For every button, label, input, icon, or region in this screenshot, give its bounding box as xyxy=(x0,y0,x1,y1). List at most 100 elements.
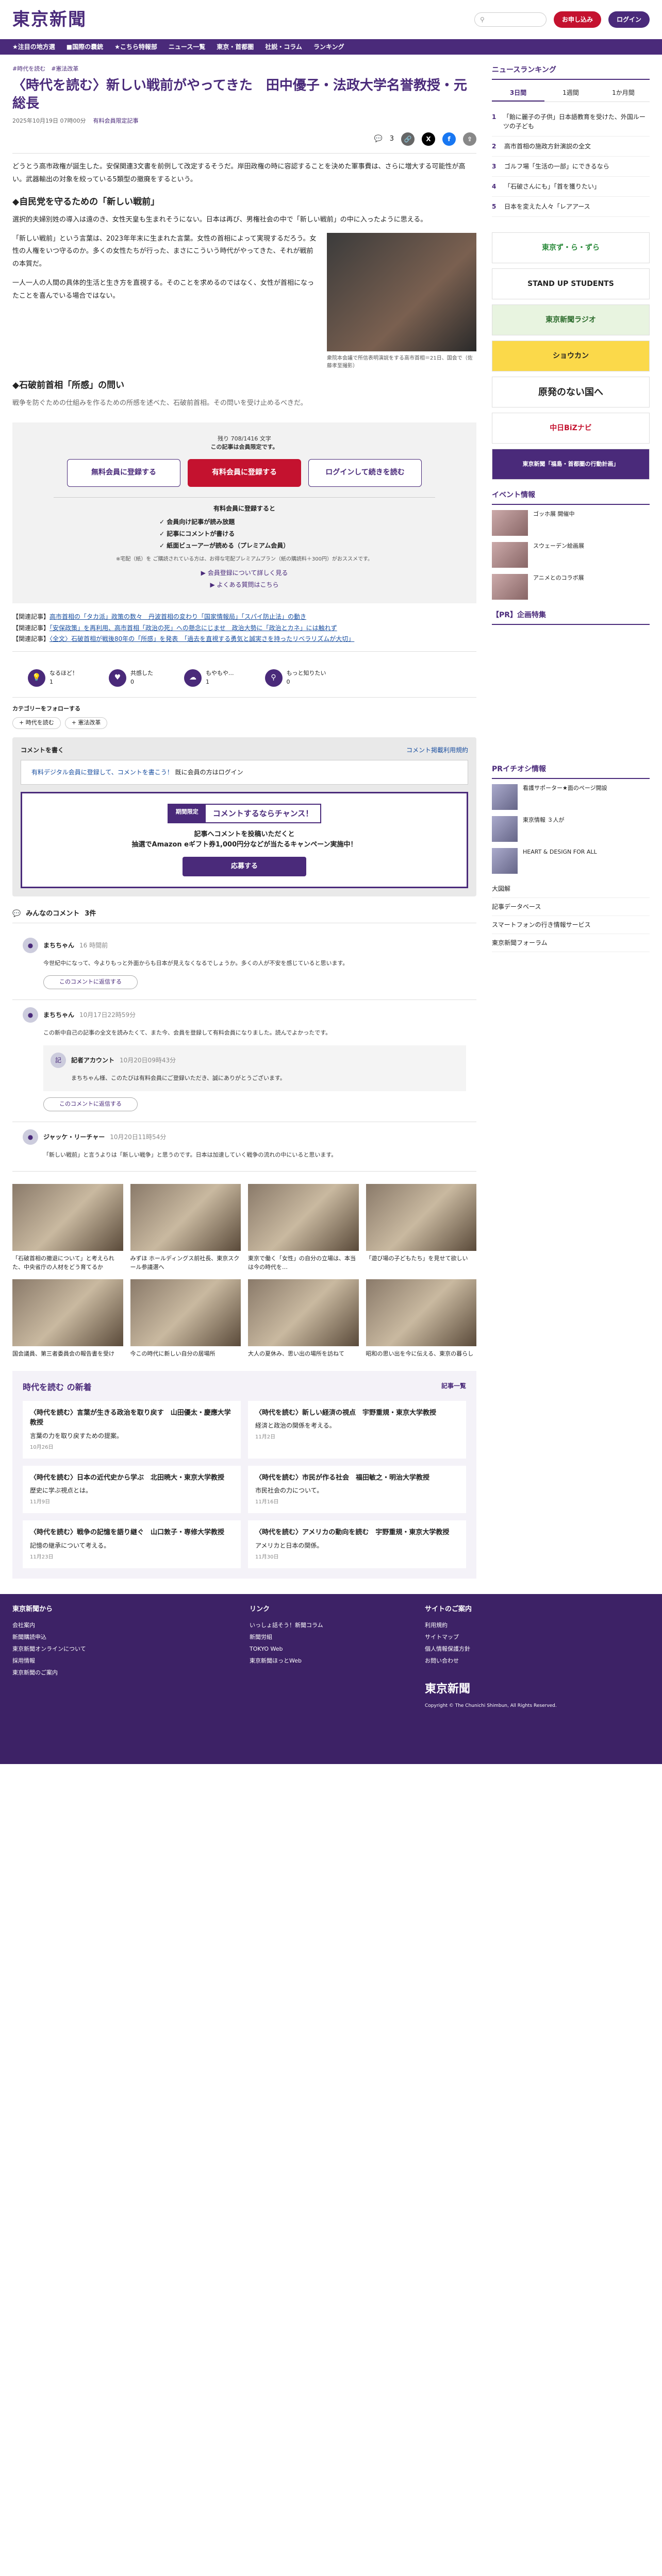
recommended-item[interactable]: 昭和の思い出を今に伝える、東京の暮らし xyxy=(366,1279,476,1359)
link-icon[interactable]: 🔗 xyxy=(401,132,415,146)
nav-item[interactable]: 東京・首都圏 xyxy=(217,42,254,52)
sidebar-link[interactable]: 記事データベース xyxy=(492,898,650,916)
member-info-link[interactable]: ▶ 会員登録について詳しく見る xyxy=(54,567,435,579)
sidebar-banner[interactable]: 原発のない国へ xyxy=(492,377,650,408)
comment-rules-link[interactable]: コメント掲載利用規約 xyxy=(406,745,468,755)
event-thumbnail xyxy=(492,510,528,536)
recommended-item[interactable]: 「石破首相の撤退について」と考えられた、中央省庁の人材をどう育てるか xyxy=(12,1183,123,1272)
recommended-item[interactable]: みずほ ホールディングス前社長、東京スクール参議選へ xyxy=(130,1183,241,1272)
reaction-button[interactable]: ⚲ もっと知りたい 0 xyxy=(264,669,326,687)
recommended-item[interactable]: 「遊び場の子どもたち」を見せて欲しい xyxy=(366,1183,476,1272)
sidebar-link[interactable]: スマートフォンの行き情報サービス xyxy=(492,916,650,934)
site-logo[interactable]: 東京新聞 xyxy=(12,7,87,33)
sidebar-banner[interactable]: 中日BiZナビ xyxy=(492,413,650,444)
paid-register-button[interactable]: 有料会員に登録する xyxy=(188,459,301,487)
related-link[interactable]: 〈全文〉石破首相が戦後80年の「所感」を発表 「過去を直視する勇気と誠実さを持っ… xyxy=(49,635,354,642)
comment-icon[interactable]: 💬 xyxy=(374,134,383,144)
login-continue-button[interactable]: ログインして続きを読む xyxy=(308,459,422,487)
series-card[interactable]: 〈時代を読む〉新しい経済の視点 宇野重規・東京大学教授 経済と政治の関係を考える。… xyxy=(248,1400,466,1459)
reaction-button[interactable]: ♥ 共感した 0 xyxy=(109,669,153,687)
paywall: 残り 708/1416 文字 この記事は会員限定です。 無料会員に登録する 有料… xyxy=(12,422,476,603)
sidebar-link[interactable]: 東京新聞フォーラム xyxy=(492,934,650,952)
signup-button[interactable]: お申し込み xyxy=(553,11,601,28)
free-register-button[interactable]: 無料会員に登録する xyxy=(67,459,180,487)
nav-item[interactable]: ★注目の地方選 xyxy=(12,42,55,52)
article-paragraph: どうとう高市政権が誕生した。安保関連3文書を前例して改定するそうだ。岸田政権の時… xyxy=(12,163,466,183)
search-input[interactable]: ⚲ xyxy=(474,12,547,27)
campaign-apply-button[interactable]: 応募する xyxy=(183,857,306,876)
series-card[interactable]: 〈時代を読む〉言葉が生きる政治を取り戻す 山田優太・慶應大学教授 言葉の力を取り戻… xyxy=(23,1400,241,1459)
ranking-item[interactable]: 1 「飴に麗子の子供」日本語教育を受けた、外国ルーツの子ども xyxy=(492,107,650,137)
ranking-tab[interactable]: 1週間 xyxy=(544,85,597,101)
series-more-link[interactable]: 記事一覧 xyxy=(441,1381,466,1394)
event-thumbnail xyxy=(492,574,528,600)
footer-link[interactable]: 採用情報 xyxy=(12,1655,229,1667)
footer-link[interactable]: 東京新聞オンラインについて xyxy=(12,1643,229,1655)
footer-link[interactable]: いっしょ話そう！新聞コラム xyxy=(250,1619,404,1631)
reply-button[interactable]: このコメントに返信する xyxy=(43,1097,138,1111)
ranking-tab[interactable]: 3日間 xyxy=(492,85,544,101)
event-item[interactable]: ゴッホ展 開催中 xyxy=(492,510,650,536)
ranking-item[interactable]: 5 日本を変えた人々「レアアース xyxy=(492,197,650,217)
main-nav: ★注目の地方選 ■国際の嚢銃 ★こちら特報部 ニュース一覧 東京・首都圏 社説・… xyxy=(0,39,662,55)
sidebar-link[interactable]: 大図解 xyxy=(492,880,650,898)
event-thumbnail xyxy=(492,542,528,568)
footer-link[interactable]: TOKYO Web xyxy=(250,1643,404,1655)
footer-link[interactable]: サイトマップ xyxy=(425,1631,580,1643)
footer-link[interactable]: お問い合わせ xyxy=(425,1655,580,1667)
series-card[interactable]: 〈時代を読む〉戦争の記憶を語り継ぐ 山口敦子・専修大学教授 記憶の継承について考え… xyxy=(23,1520,241,1568)
recommended-item[interactable]: 大人の夏休み、思い出の場所を訪ねて xyxy=(248,1279,359,1359)
footer-link[interactable]: 東京新聞のご案内 xyxy=(12,1667,229,1679)
comment-item: ● まちちゃん 10月17日22時59分 この新中自己の記事の全文を読みたくて、また… xyxy=(12,1000,476,1122)
sidebar-banner[interactable]: 東京新聞「福島・首都圏の行動計画」 xyxy=(492,449,650,480)
reaction-button[interactable]: 💡 なるほど！ 1 xyxy=(28,669,78,687)
nav-item[interactable]: ★こちら特報部 xyxy=(114,42,157,52)
series-card[interactable]: 〈時代を読む〉市民が作る社会 福田敏之・明治大学教授 市民社会の力について。 11月… xyxy=(248,1465,466,1514)
recommended-item[interactable]: 今この時代に新しい自分の居場所 xyxy=(130,1279,241,1359)
events-title: イベント情報 xyxy=(492,490,650,505)
event-item[interactable]: スウェーデン絵画展 xyxy=(492,542,650,568)
series-card[interactable]: 〈時代を読む〉日本の近代史から学ぶ 北田暁大・東京大学教授 歴史に学ぶ視点とは。 1… xyxy=(23,1465,241,1514)
footer-link[interactable]: 東京新聞ほっとWeb xyxy=(250,1655,404,1667)
sidebar-banner[interactable]: STAND UP STUDENTS xyxy=(492,268,650,299)
pr-item[interactable]: 東京情報 ３人が xyxy=(492,816,650,842)
recommended-item[interactable]: 東京で働く「女性」の自分の立場は、本当は今の時代を… xyxy=(248,1183,359,1272)
footer-logo[interactable]: 東京新聞 xyxy=(425,1677,580,1701)
series-card[interactable]: 〈時代を読む〉アメリカの動向を読む 宇野重規・東京大学教授 アメリカと日本の関係。… xyxy=(248,1520,466,1568)
pr-item[interactable]: 看護サポーター★面のページ開設 xyxy=(492,784,650,810)
facebook-share-icon[interactable]: f xyxy=(442,132,456,146)
faq-link[interactable]: ▶ よくある質問はこちら xyxy=(54,579,435,591)
share-icon[interactable]: ⇪ xyxy=(463,132,476,146)
footer-link[interactable]: 個人情報保護方針 xyxy=(425,1643,580,1655)
sidebar-banner[interactable]: 東京ず・ら・ずら xyxy=(492,232,650,263)
pr-item[interactable]: HEART & DESIGN FOR ALL xyxy=(492,848,650,874)
sidebar-banner[interactable]: 東京新聞ラジオ xyxy=(492,304,650,335)
event-item[interactable]: アニメとのコラボ展 xyxy=(492,574,650,600)
footer-link[interactable]: 会社案内 xyxy=(12,1619,229,1631)
breadcrumb[interactable]: #時代を読む #憲法改革 xyxy=(12,65,476,74)
reply-button[interactable]: このコメントに返信する xyxy=(43,975,138,989)
ranking-tab[interactable]: 1か月間 xyxy=(597,85,650,101)
reaction-button[interactable]: ☁ もやもや... 1 xyxy=(184,669,234,687)
ranking-item[interactable]: 2 高市首相の施政方針演説の全文 xyxy=(492,137,650,157)
nav-item[interactable]: 社説・コラム xyxy=(265,42,302,52)
nav-item[interactable]: ニュース一覧 xyxy=(169,42,205,52)
ranking-item[interactable]: 3 ゴルフ場「生活の一部」にできるなら xyxy=(492,157,650,177)
comment-input[interactable]: 有料デジタル会員に登録して、コメントを書こう！ 既に会員の方はログイン xyxy=(21,759,468,785)
article-photo[interactable]: 衆院本会議で所信表明演説をする高市首相＝21日、国会で（佐藤孝至撮影） xyxy=(327,232,476,370)
related-link[interactable]: 「安保政策」を再利用、高市首相「政治の死」への懸念にじませ 政治大勢に「政治とカ… xyxy=(49,624,337,632)
nav-item[interactable]: ランキング xyxy=(313,42,344,52)
sidebar-banner[interactable]: ショウカン xyxy=(492,341,650,371)
x-share-icon[interactable]: X xyxy=(422,132,435,146)
recommended-item[interactable]: 国会議員、第三者委員会の報告書を受け xyxy=(12,1279,123,1359)
footer-link[interactable]: 利用規約 xyxy=(425,1619,580,1631)
login-button[interactable]: ログイン xyxy=(608,11,650,28)
thumbnail xyxy=(12,1279,123,1346)
related-link[interactable]: 高市首相の「タカ派」政策の数々 丹波首相の変わり「国家情報局」「スパイ防止法」の… xyxy=(49,613,306,620)
follow-tag[interactable]: + 時代を読む xyxy=(12,717,61,729)
nav-item[interactable]: ■国際の嚢銃 xyxy=(67,42,103,52)
ranking-item[interactable]: 4 「石破さんにも」「首を獲りたい」 xyxy=(492,177,650,197)
footer-link[interactable]: 新聞購読申込 xyxy=(12,1631,229,1643)
footer-link[interactable]: 新聞労組 xyxy=(250,1631,404,1643)
follow-tag[interactable]: + 憲法改革 xyxy=(64,717,108,729)
